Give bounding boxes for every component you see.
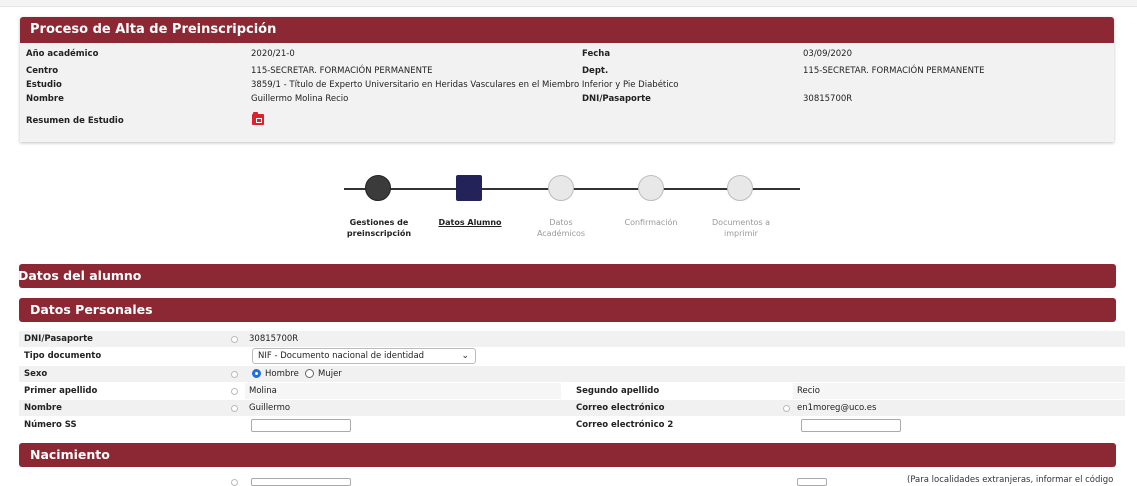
dni-field-label: DNI/Pasaporte <box>24 334 93 344</box>
nacimiento-code-input[interactable] <box>797 478 827 486</box>
dni-value: 30815700R <box>803 94 853 104</box>
ap2-cell <box>793 383 1125 399</box>
form-row-nombre: Nombre Guillermo Correo electrónico en1m… <box>19 400 1125 416</box>
pdf-document-icon[interactable] <box>252 112 264 125</box>
ap1-field-value: Molina <box>249 386 277 396</box>
numero-ss-input[interactable] <box>251 419 351 432</box>
section-datos-alumno-title: Datos del alumno <box>18 268 142 283</box>
estudio-value: 3859/1 - Título de Experto Universitario… <box>251 80 679 90</box>
correo-field-value: en1moreg@uco.es <box>797 403 877 413</box>
sexo-field-label: Sexo <box>24 369 48 379</box>
dni-label: DNI/Pasaporte <box>582 94 651 104</box>
info-dot-icon <box>231 336 238 343</box>
ap2-field-value: Recio <box>797 386 820 396</box>
sexo-mujer-label: Mujer <box>318 369 342 379</box>
section-datos-alumno: Datos del alumno <box>18 264 1116 288</box>
nombre-field-value: Guillermo <box>249 403 291 413</box>
step-2-current-icon <box>456 175 482 201</box>
section-datos-personales: Datos Personales <box>19 298 1116 322</box>
form-row-tipo: Tipo documento NIF - Documento nacional … <box>19 348 1125 364</box>
ap1-cell <box>245 383 561 399</box>
section-nacimiento: Nacimiento <box>19 443 1116 467</box>
step-3-icon <box>548 175 574 201</box>
process-title-banner: Proceso de Alta de Preinscripción <box>20 17 1114 43</box>
centro-value: 115-SECRETAR. FORMACIÓN PERMANENTE <box>251 66 433 76</box>
process-title: Proceso de Alta de Preinscripción <box>30 22 277 37</box>
resumen-label: Resumen de Estudio <box>26 116 124 126</box>
form-row-ss: Número SS Correo electrónico 2 <box>19 417 1125 433</box>
info-dot-icon <box>783 405 790 412</box>
localidades-note: (Para localidades extranjeras, informar … <box>907 475 1114 485</box>
form-row-dni: DNI/Pasaporte 30815700R <box>19 331 1125 347</box>
step-label-datos-alumno[interactable]: Datos Alumno <box>425 217 515 228</box>
centro-label: Centro <box>26 66 59 76</box>
step-label-documentos: Documentos a imprimir <box>712 218 770 238</box>
nombre-field-label: Nombre <box>24 403 62 413</box>
ss-field-label: Número SS <box>24 420 77 430</box>
form-row-apellidos: Primer apellido Molina Segundo apellido … <box>19 383 1125 399</box>
dept-label: Dept. <box>582 66 609 76</box>
step-label-gestiones: Gestiones de preinscripción <box>346 218 412 238</box>
step-label-datos-academicos: Datos Académicos <box>536 218 586 238</box>
step-4-icon <box>638 175 664 201</box>
dept-value: 115-SECRETAR. FORMACIÓN PERMANENTE <box>803 66 985 76</box>
step-1-done-icon <box>365 175 391 201</box>
process-header-card: Proceso de Alta de Preinscripción Año ac… <box>20 17 1114 142</box>
ap1-field-label: Primer apellido <box>24 386 98 396</box>
estudio-label: Estudio <box>26 80 62 90</box>
anio-label: Año académico <box>26 49 99 59</box>
nombre-label: Nombre <box>26 94 64 104</box>
top-bar <box>0 0 1137 7</box>
info-dot-icon <box>231 405 238 412</box>
form-row-sexo: Sexo Hombre Mujer <box>19 366 1125 382</box>
correo2-input[interactable] <box>801 419 901 432</box>
info-dot-icon <box>231 371 238 378</box>
chevron-down-icon: ⌄ <box>461 351 469 361</box>
step-5-icon <box>727 175 753 201</box>
fecha-label: Fecha <box>582 49 611 59</box>
nacimiento-input[interactable] <box>251 478 351 486</box>
tipo-documento-select[interactable]: NIF - Documento nacional de identidad ⌄ <box>252 348 476 364</box>
anio-value: 2020/21-0 <box>251 49 295 59</box>
ap2-field-label: Segundo apellido <box>576 386 660 396</box>
nombre-value: Guillermo Molina Recio <box>251 94 349 104</box>
step-label-confirmacion: Confirmación <box>624 218 678 227</box>
tipo-field-label: Tipo documento <box>24 351 102 361</box>
dni-field-value: 30815700R <box>249 334 299 344</box>
correo-field-label: Correo electrónico <box>576 403 665 413</box>
sexo-hombre-radio[interactable] <box>252 369 261 378</box>
fecha-value: 03/09/2020 <box>803 49 852 59</box>
section-nacimiento-title: Nacimiento <box>30 447 110 462</box>
info-dot-icon <box>231 388 238 395</box>
correo2-field-label: Correo electrónico 2 <box>576 420 674 430</box>
section-datos-personales-title: Datos Personales <box>30 302 153 317</box>
sexo-hombre-label: Hombre <box>265 369 299 379</box>
sexo-mujer-radio[interactable] <box>305 369 314 378</box>
